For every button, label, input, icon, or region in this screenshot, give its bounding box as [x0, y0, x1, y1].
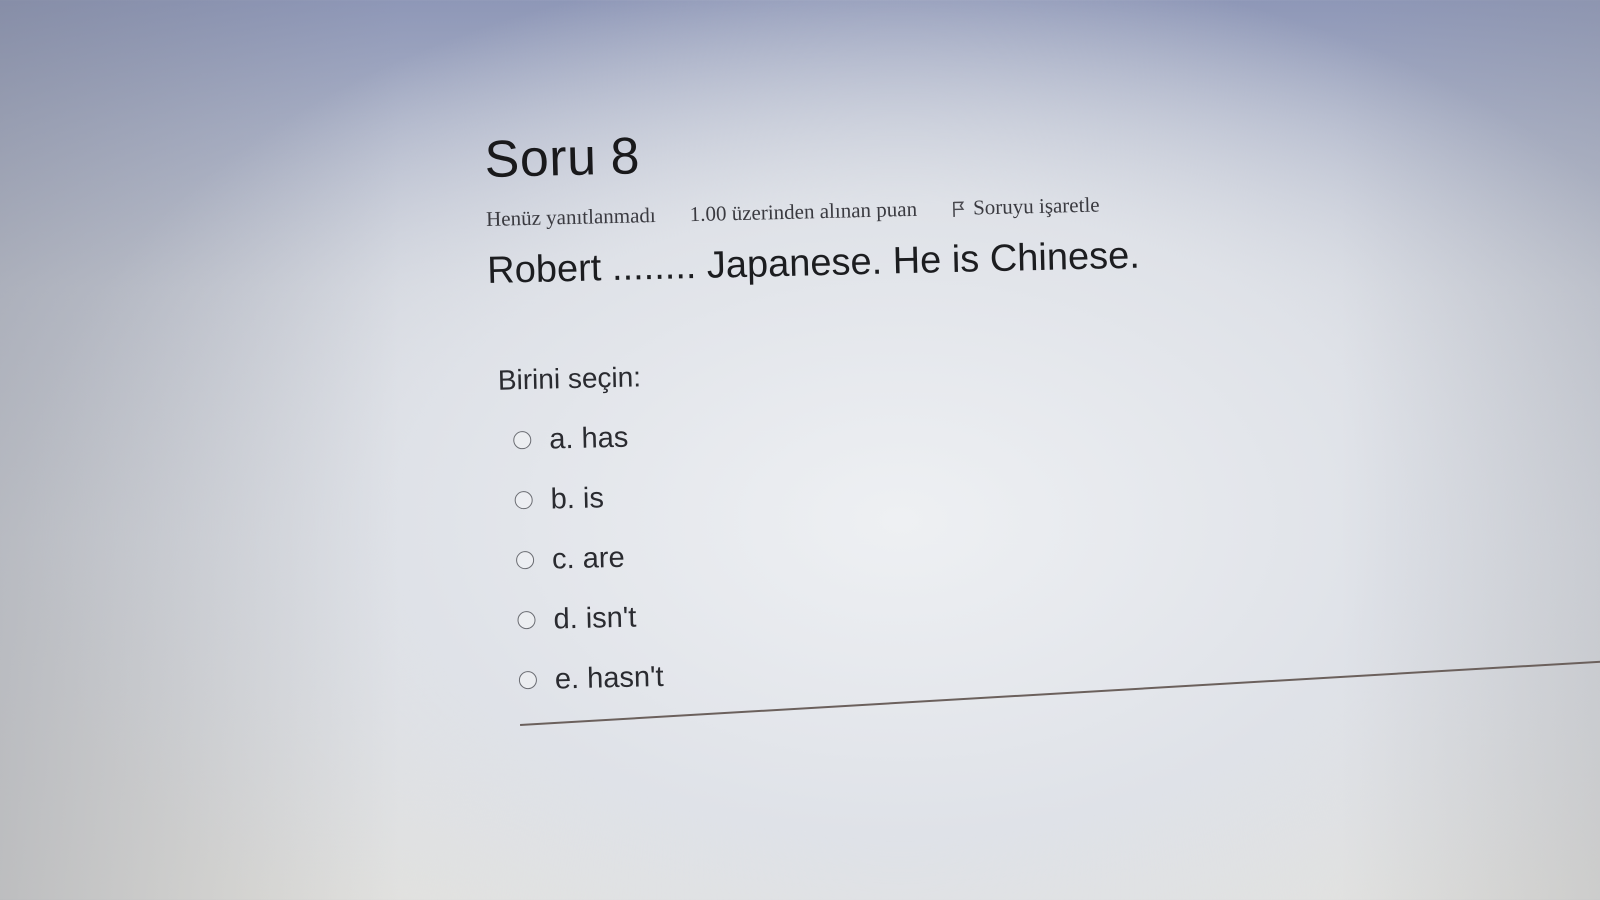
answer-label: is — [582, 481, 605, 515]
answer-list: a. has b. is c. are d. isn't e. hasn't — [513, 393, 1258, 710]
radio-button[interactable] — [514, 491, 533, 510]
question-info: Henüz yanıtlanmadı 1.00 üzerinden alınan… — [486, 189, 1246, 232]
answer-label: hasn't — [586, 660, 664, 695]
flag-icon — [953, 201, 965, 217]
answer-label: has — [581, 421, 629, 455]
flag-question-link[interactable]: Soruyu işaretle — [951, 193, 1100, 221]
question-title: Soru 8 — [484, 114, 1245, 189]
screen-vignette-right — [1340, 0, 1600, 900]
question-number: 8 — [609, 127, 641, 187]
radio-button[interactable] — [517, 611, 536, 630]
answer-label: are — [582, 541, 625, 575]
answer-letter: c. — [551, 542, 576, 576]
question-title-word: Soru — [483, 128, 598, 189]
question-status: Henüz yanıtlanmadı — [485, 203, 656, 232]
radio-button[interactable] — [513, 431, 532, 450]
answer-letter: e. — [554, 662, 580, 696]
answer-prompt: Birini seçin: — [497, 361, 642, 396]
answer-letter: d. — [553, 602, 579, 636]
question-text: Robert ........ Japanese. He is Chinese. — [486, 234, 1141, 293]
question-block: Soru 8 Henüz yanıtlanmadı 1.00 üzerinden … — [484, 114, 1258, 727]
answer-letter: b. — [550, 482, 576, 516]
flag-question-label: Soruyu işaretle — [972, 192, 1100, 220]
answer-label: isn't — [585, 601, 637, 635]
screen-vignette-left — [0, 0, 400, 900]
radio-button[interactable] — [518, 671, 538, 690]
answer-letter: a. — [548, 422, 574, 456]
radio-button[interactable] — [515, 551, 535, 570]
question-grade: 1.00 üzerinden alınan puan — [689, 197, 918, 227]
